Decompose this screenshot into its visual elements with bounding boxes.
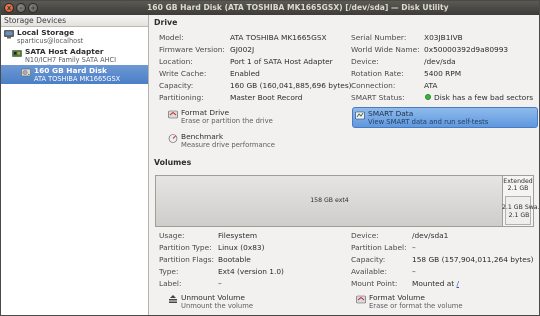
volume-extended-partition[interactable]: Extended 2.1 GB 2.1 GB Swa... 2.1 GB: [502, 176, 540, 226]
drive-location-label: Location:: [159, 57, 193, 66]
drive-firmware-label: Firmware Version:: [159, 45, 225, 54]
volume-usage-label: Usage:: [159, 231, 185, 240]
benchmark-icon: [168, 134, 178, 143]
drive-serial-label: Serial Number:: [351, 33, 407, 42]
sidebar-item-label: Local Storage: [17, 28, 75, 37]
format-drive-title: Format Drive: [181, 108, 230, 117]
volume-device-label: Device:: [351, 231, 379, 240]
drive-write-cache-label: Write Cache:: [159, 69, 207, 78]
sidebar-item-sublabel: sparticus@localhost: [17, 37, 84, 45]
volume-partition-label-label: Partition Label:: [351, 243, 407, 252]
sidebar-item-sata-host-adapter[interactable]: SATA Host Adapter N10/ICH7 Family SATA A…: [1, 46, 148, 72]
format-volume-title: Format Volume: [369, 293, 425, 302]
smart-data-desc: View SMART data and run self-tests: [368, 118, 489, 126]
volume-available-value: –: [412, 267, 416, 276]
drive-device-value: /dev/sda: [424, 57, 456, 66]
drive-smart-status-label: SMART Status:: [351, 93, 405, 102]
volume-ext4-partition[interactable]: 158 GB ext4: [156, 176, 503, 226]
drive-connection-value: ATA: [424, 81, 438, 90]
window-title: 160 GB Hard Disk (ATA TOSHIBA MK1665GSX)…: [147, 3, 449, 12]
mount-point-link[interactable]: /: [457, 279, 460, 288]
sidebar-item-label: 160 GB Hard Disk: [34, 66, 107, 75]
benchmark-desc: Measure drive performance: [181, 141, 275, 149]
format-volume-button[interactable]: Format Volume Erase or format the volume: [356, 293, 526, 313]
format-drive-icon: [168, 110, 178, 119]
volume-capacity-value: 158 GB (157,904,011,264 bytes): [412, 255, 534, 264]
sidebar-item-local-storage[interactable]: Local Storage sparticus@localhost: [1, 27, 148, 46]
volume-capacity-label: Capacity:: [351, 255, 386, 264]
maximize-button[interactable]: +: [28, 3, 38, 13]
volume-swap-label: 2.1 GB Swa...: [502, 204, 540, 211]
drive-firmware-value: GJ002J: [230, 45, 255, 54]
volume-type-label: Type:: [159, 267, 179, 276]
computer-icon: [4, 30, 14, 39]
minimize-button[interactable]: -: [16, 3, 26, 13]
unmount-volume-button[interactable]: Unmount Volume Unmount the volume: [168, 293, 318, 313]
drive-wwn-value: 0x50000392d9a80993: [424, 45, 509, 54]
volume-extended-size: 2.1 GB: [507, 185, 529, 192]
drive-section-title: Drive: [154, 18, 178, 27]
drive-rotation-label: Rotation Rate:: [351, 69, 404, 78]
volumes-section-title: Volumes: [154, 158, 192, 167]
drive-rotation-value: 5400 RPM: [424, 69, 462, 78]
format-drive-button[interactable]: Format Drive Erase or partition the driv…: [168, 108, 318, 128]
smart-data-button[interactable]: SMART Data View SMART data and run self-…: [352, 107, 538, 128]
mount-point-text: Mounted at: [412, 279, 455, 288]
title-bar: x - + 160 GB Hard Disk (ATA TOSHIBA MK16…: [1, 1, 539, 15]
volume-partition-type-value: Linux (0x83): [218, 243, 265, 252]
drive-smart-status-value: Disk has a few bad sectors: [434, 93, 534, 102]
window-controls: x - +: [4, 3, 38, 13]
format-drive-desc: Erase or partition the drive: [181, 117, 273, 125]
volume-mount-point-value: Mounted at /: [412, 279, 459, 288]
volume-type-value: Ext4 (version 1.0): [218, 267, 284, 276]
volume-swap-size: 2.1 GB: [508, 212, 530, 219]
sidebar-item-hard-disk[interactable]: 160 GB Hard Disk ATA TOSHIBA MK1665GSX: [1, 65, 148, 84]
volume-label-label: Label:: [159, 279, 182, 288]
close-button[interactable]: x: [4, 3, 14, 13]
drive-model-value: ATA TOSHIBA MK1665GSX: [230, 33, 327, 42]
unmount-volume-title: Unmount Volume: [181, 293, 245, 302]
volume-partition-type-label: Partition Type:: [159, 243, 212, 252]
drive-device-label: Device:: [351, 57, 379, 66]
drive-partitioning-label: Partitioning:: [159, 93, 204, 102]
unmount-icon: [169, 295, 177, 303]
volume-mount-point-label: Mount Point:: [351, 279, 398, 288]
drive-capacity-label: Capacity:: [159, 81, 194, 90]
unmount-volume-desc: Unmount the volume: [181, 302, 253, 310]
adapter-icon: [12, 50, 22, 57]
volume-ext4-label: 158 GB ext4: [310, 197, 349, 204]
benchmark-button[interactable]: Benchmark Measure drive performance: [168, 132, 318, 152]
drive-location-value: Port 1 of SATA Host Adapter: [230, 57, 333, 66]
volume-label-value: –: [218, 279, 222, 288]
volume-partition-flags-label: Partition Flags:: [159, 255, 215, 264]
sidebar-item-sublabel: ATA TOSHIBA MK1665GSX: [34, 75, 121, 83]
volume-available-label: Available:: [351, 267, 387, 276]
drive-partitioning-value: Master Boot Record: [230, 93, 303, 102]
drive-serial-value: X03JB1IVB: [424, 33, 463, 42]
drive-connection-label: Connection:: [351, 81, 396, 90]
disk-utility-window: x - + 160 GB Hard Disk (ATA TOSHIBA MK16…: [0, 0, 540, 316]
volume-partition-flags-value: Bootable: [218, 255, 251, 264]
sidebar-header: Storage Devices: [1, 15, 148, 27]
drive-wwn-label: World Wide Name:: [351, 45, 420, 54]
smart-data-icon: [355, 111, 365, 120]
volume-usage-value: Filesystem: [218, 231, 258, 240]
storage-devices-sidebar: Storage Devices Local Storage sparticus@…: [1, 15, 149, 315]
sidebar-item-label: SATA Host Adapter: [25, 47, 104, 56]
status-ok-icon: [425, 94, 431, 100]
main-panel: Drive Model: ATA TOSHIBA MK1665GSX Firmw…: [150, 15, 540, 315]
format-volume-desc: Erase or format the volume: [369, 302, 463, 310]
benchmark-title: Benchmark: [181, 132, 224, 141]
harddisk-icon: [21, 68, 31, 77]
volume-swap-partition[interactable]: 2.1 GB Swa... 2.1 GB: [502, 196, 540, 225]
volume-extended-label: Extended: [503, 178, 533, 185]
drive-write-cache-value: Enabled: [230, 69, 260, 78]
volume-map: 158 GB ext4 Extended 2.1 GB 2.1 GB Swa..…: [155, 175, 540, 227]
volume-device-value: /dev/sda1: [412, 231, 449, 240]
drive-capacity-value: 160 GB (160,041,885,696 bytes): [230, 81, 352, 90]
volume-partition-label-value: –: [412, 243, 416, 252]
drive-model-label: Model:: [159, 33, 184, 42]
smart-data-title: SMART Data: [368, 109, 414, 118]
format-volume-icon: [356, 295, 366, 304]
